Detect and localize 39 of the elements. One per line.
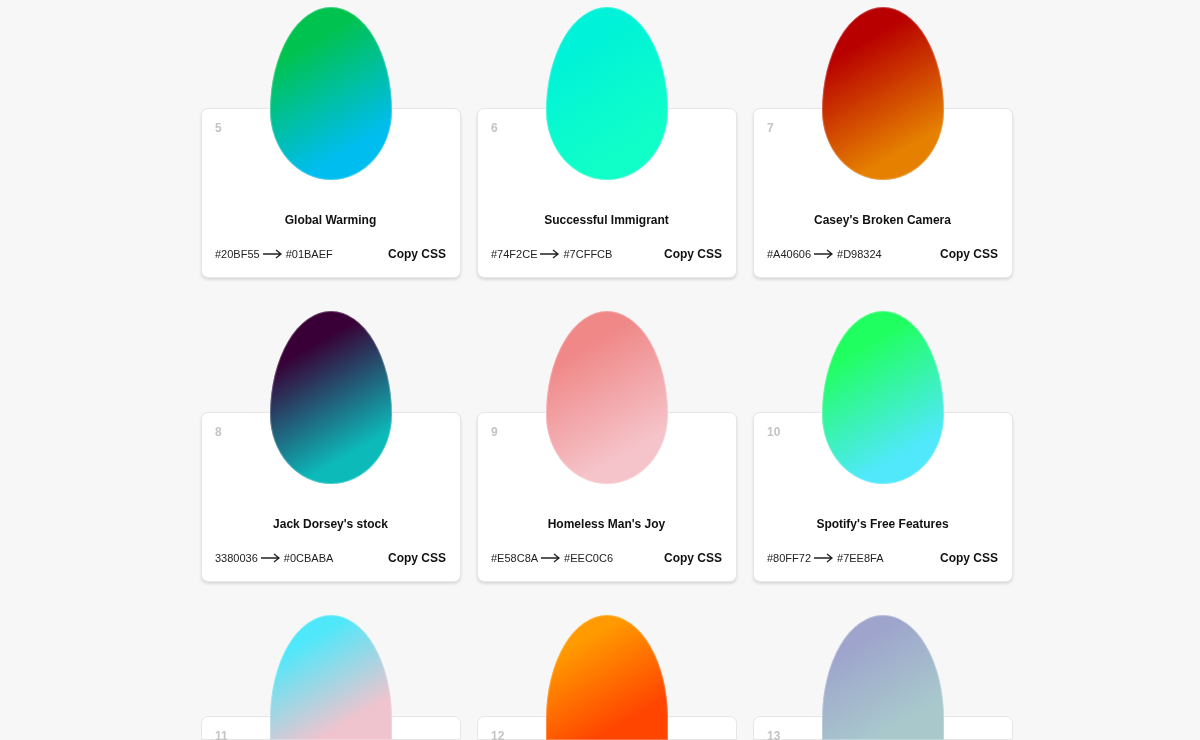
start-color-code: #80FF72 — [767, 552, 812, 564]
gradient-number: 10 — [767, 425, 781, 439]
gradient-name: Casey's Broken Camera — [814, 213, 951, 227]
gradient-name: Jack Dorsey's stock — [273, 517, 388, 531]
copy-css-button[interactable]: Copy CSS — [388, 551, 446, 565]
gradient-number: 7 — [767, 121, 774, 135]
gradient-number: 8 — [215, 425, 222, 439]
start-color-code: #20BF55 — [215, 248, 260, 260]
copy-css-button[interactable]: Copy CSS — [388, 247, 446, 261]
copy-css-button[interactable]: Copy CSS — [940, 551, 998, 565]
end-color-code: #7CFFCB — [563, 248, 613, 260]
start-color-code: #74F2CE — [491, 248, 538, 260]
copy-css-button[interactable]: Copy CSS — [664, 551, 722, 565]
gradient-number: 9 — [491, 425, 498, 439]
end-color-code: #7EE8FA — [837, 552, 884, 564]
end-color-code: #01BAEF — [285, 248, 333, 260]
gradient-name: Global Warming — [284, 213, 377, 227]
end-color-code: #D98324 — [837, 248, 882, 260]
gradient-number: 12 — [491, 729, 505, 740]
gradient-name: Spotify's Free Features — [816, 517, 949, 531]
gradient-name: Successful Immigrant — [544, 213, 669, 227]
start-color-code: #A40606 — [767, 248, 812, 260]
arrow-icon — [260, 553, 281, 563]
arrow-icon — [262, 249, 283, 259]
copy-css-button[interactable]: Copy CSS — [940, 247, 998, 261]
gradient-name: Homeless Man's Joy — [547, 517, 666, 531]
arrow-icon — [541, 553, 562, 563]
end-color-code: #0CBABA — [283, 552, 334, 564]
arrow-icon — [814, 553, 835, 563]
arrow-icon — [540, 249, 561, 259]
arrow-icon — [814, 249, 835, 259]
gradient-number: 11 — [215, 729, 228, 740]
start-color-code: #E58C8A — [491, 552, 539, 564]
start-color-code: 3380036 — [215, 552, 258, 564]
copy-css-button[interactable]: Copy CSS — [664, 247, 722, 261]
end-color-code: #EEC0C6 — [564, 552, 613, 564]
gradient-number: 6 — [491, 121, 498, 135]
gradient-number: 13 — [767, 729, 781, 740]
gradient-number: 5 — [215, 121, 222, 135]
